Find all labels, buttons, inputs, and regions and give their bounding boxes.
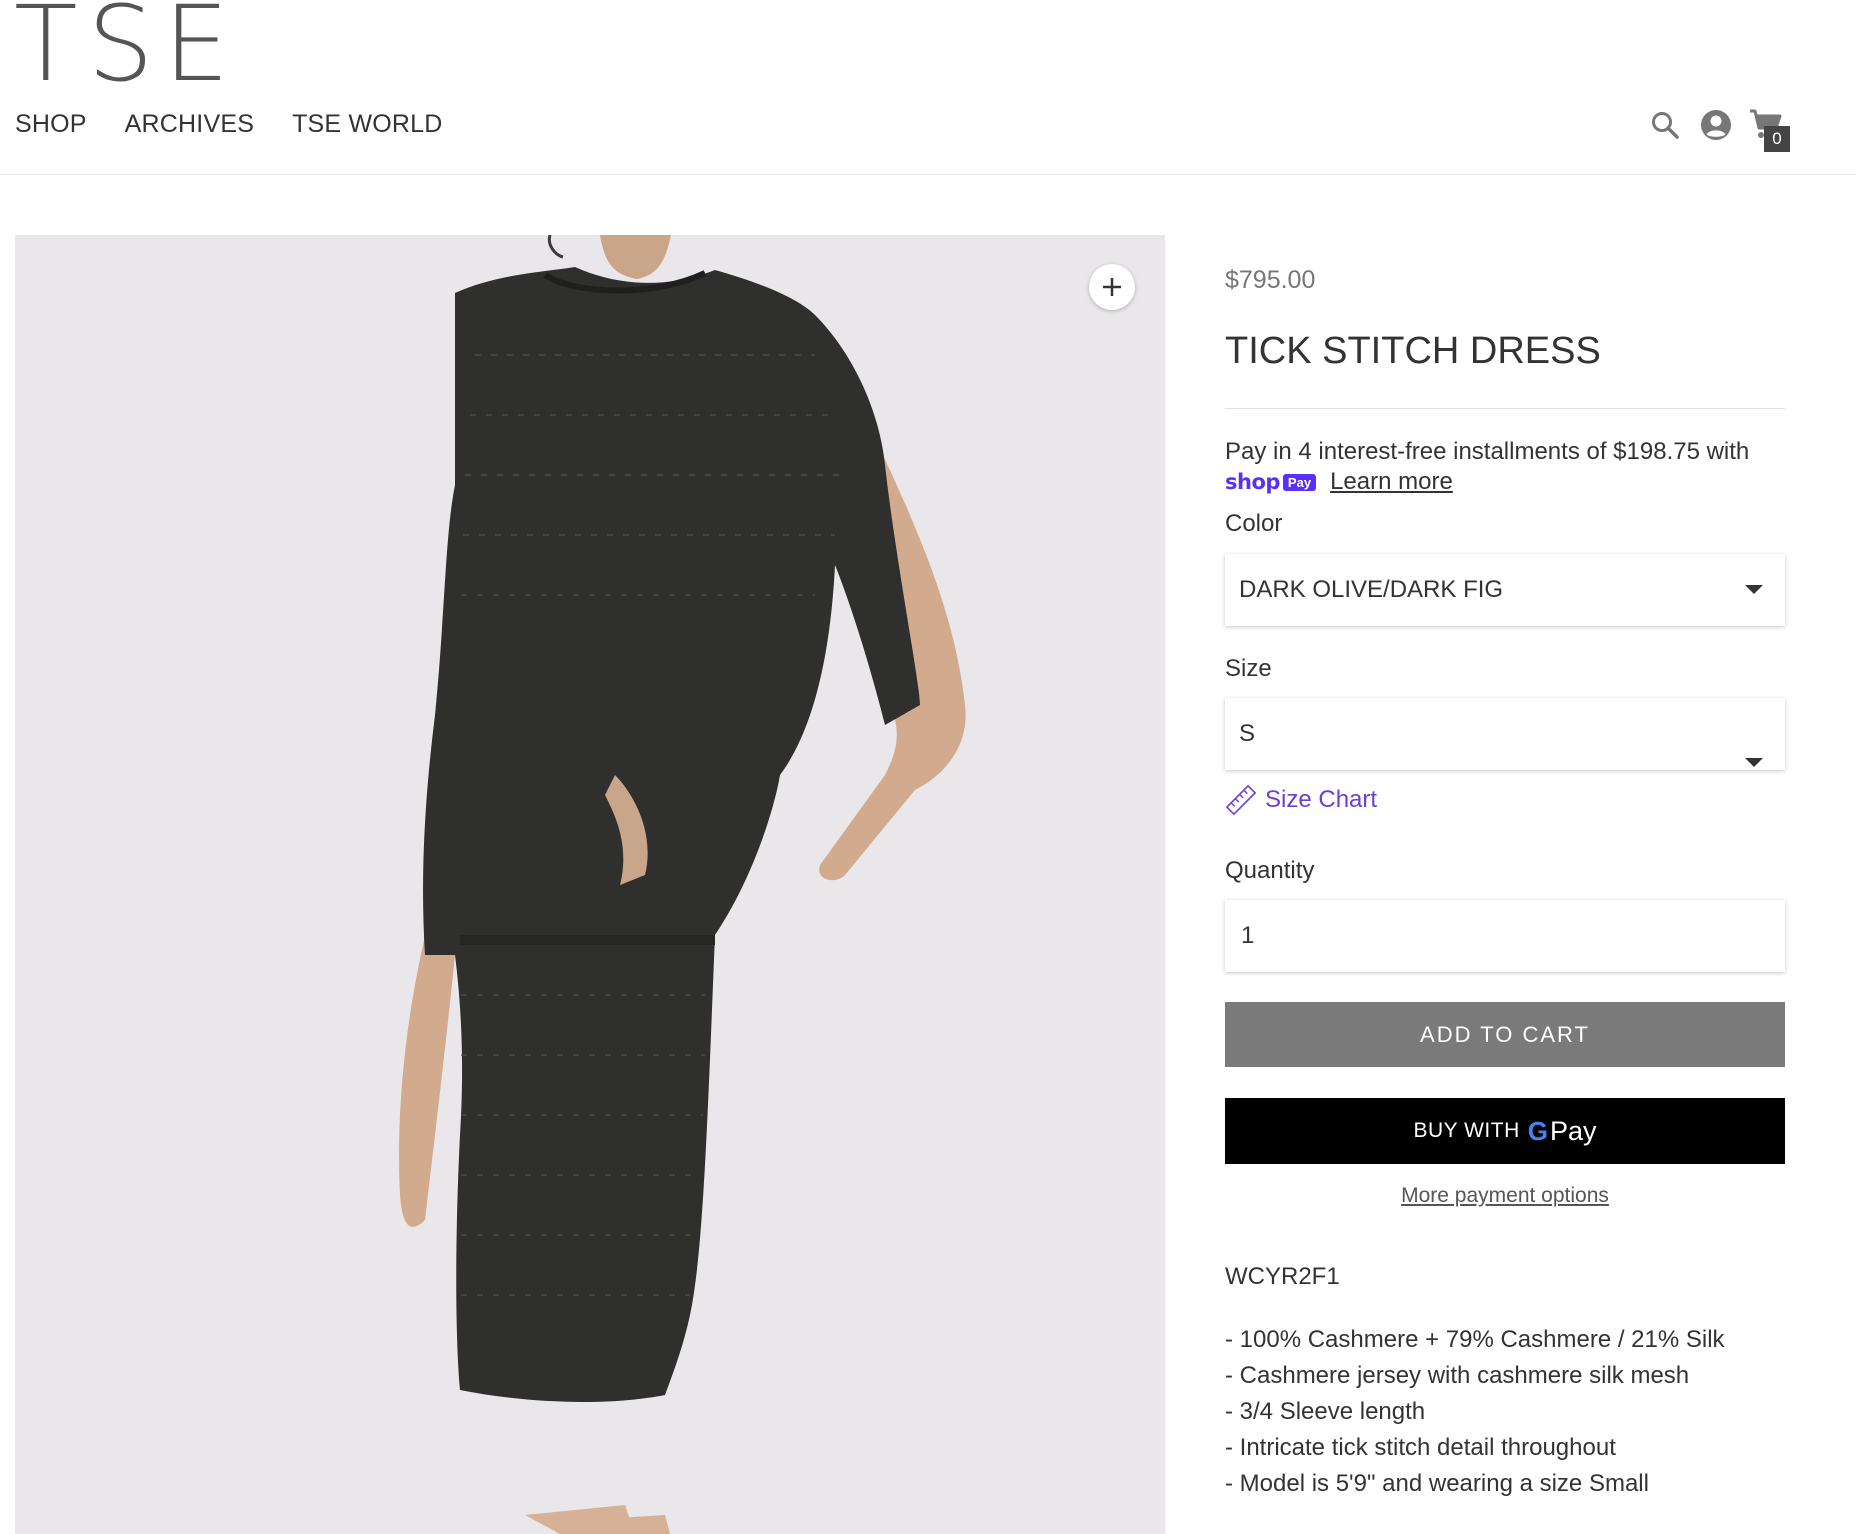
zoom-button[interactable] bbox=[1089, 264, 1135, 310]
chevron-down-icon bbox=[1745, 758, 1763, 767]
size-label: Size bbox=[1225, 655, 1272, 682]
color-label: Color bbox=[1225, 510, 1283, 537]
size-chart-link[interactable]: Size Chart bbox=[1225, 784, 1377, 816]
gpay-pay-word: Pay bbox=[1550, 1115, 1597, 1146]
product-details-list: - 100% Cashmere + 79% Cashmere / 21% Sil… bbox=[1225, 1322, 1725, 1502]
model-dress-photo bbox=[15, 235, 1165, 1534]
size-select-value: S bbox=[1239, 720, 1256, 747]
ruler-icon bbox=[1225, 784, 1257, 816]
product-sku: WCYR2F1 bbox=[1225, 1263, 1340, 1290]
product-image[interactable] bbox=[15, 235, 1165, 1534]
google-g-icon: G bbox=[1527, 1115, 1548, 1146]
chevron-down-icon bbox=[1745, 585, 1763, 594]
detail-item: - Model is 5'9" and wearing a size Small bbox=[1225, 1470, 1649, 1497]
detail-item: - 3/4 Sleeve length bbox=[1225, 1398, 1426, 1425]
account-icon[interactable] bbox=[1700, 109, 1732, 141]
color-select-value: DARK OLIVE/DARK FIG bbox=[1239, 576, 1504, 603]
shoppay-logo: shop Pay bbox=[1225, 470, 1317, 494]
installments-text: Pay in 4 interest-free installments of $… bbox=[1225, 438, 1750, 465]
detail-item: - Cashmere jersey with cashmere silk mes… bbox=[1225, 1362, 1690, 1389]
shoppay-pay-pill: Pay bbox=[1282, 473, 1317, 491]
gpay-buy-with-label: BUY WITH bbox=[1413, 1119, 1520, 1142]
learn-more-link[interactable]: Learn more bbox=[1330, 468, 1453, 496]
color-select[interactable]: DARK OLIVE/DARK FIG bbox=[1225, 554, 1785, 626]
cart-count-badge: 0 bbox=[1764, 126, 1790, 152]
quantity-input[interactable] bbox=[1225, 900, 1785, 972]
add-to-cart-button[interactable]: ADD TO CART bbox=[1225, 1002, 1785, 1067]
product-title: TICK STITCH DRESS bbox=[1225, 330, 1601, 372]
search-icon[interactable] bbox=[1650, 110, 1680, 140]
shoppay-shop-word: shop bbox=[1225, 470, 1280, 494]
nav-archives[interactable]: ARCHIVES bbox=[125, 110, 254, 139]
gpay-logo: G Pay bbox=[1528, 1116, 1597, 1147]
size-chart-label: Size Chart bbox=[1265, 786, 1378, 813]
header-divider bbox=[0, 174, 1856, 175]
more-payment-options-link[interactable]: More payment options bbox=[1225, 1184, 1785, 1208]
main-nav: SHOP ARCHIVES TSE WORLD bbox=[15, 110, 443, 139]
title-divider bbox=[1225, 408, 1785, 409]
shoppay-row: shop Pay Learn more bbox=[1225, 468, 1453, 496]
nav-shop[interactable]: SHOP bbox=[15, 110, 87, 139]
nav-tse-world[interactable]: TSE WORLD bbox=[292, 110, 442, 139]
brand-logo[interactable]: TSE bbox=[14, 0, 239, 96]
detail-item: - 100% Cashmere + 79% Cashmere / 21% Sil… bbox=[1225, 1326, 1725, 1353]
quantity-label: Quantity bbox=[1225, 857, 1315, 884]
buy-with-gpay-button[interactable]: BUY WITH G Pay bbox=[1225, 1098, 1785, 1164]
product-price: $795.00 bbox=[1225, 266, 1316, 294]
detail-item: - Intricate tick stitch detail throughou… bbox=[1225, 1434, 1616, 1461]
size-select[interactable]: S bbox=[1225, 698, 1785, 770]
plus-icon bbox=[1103, 278, 1121, 296]
